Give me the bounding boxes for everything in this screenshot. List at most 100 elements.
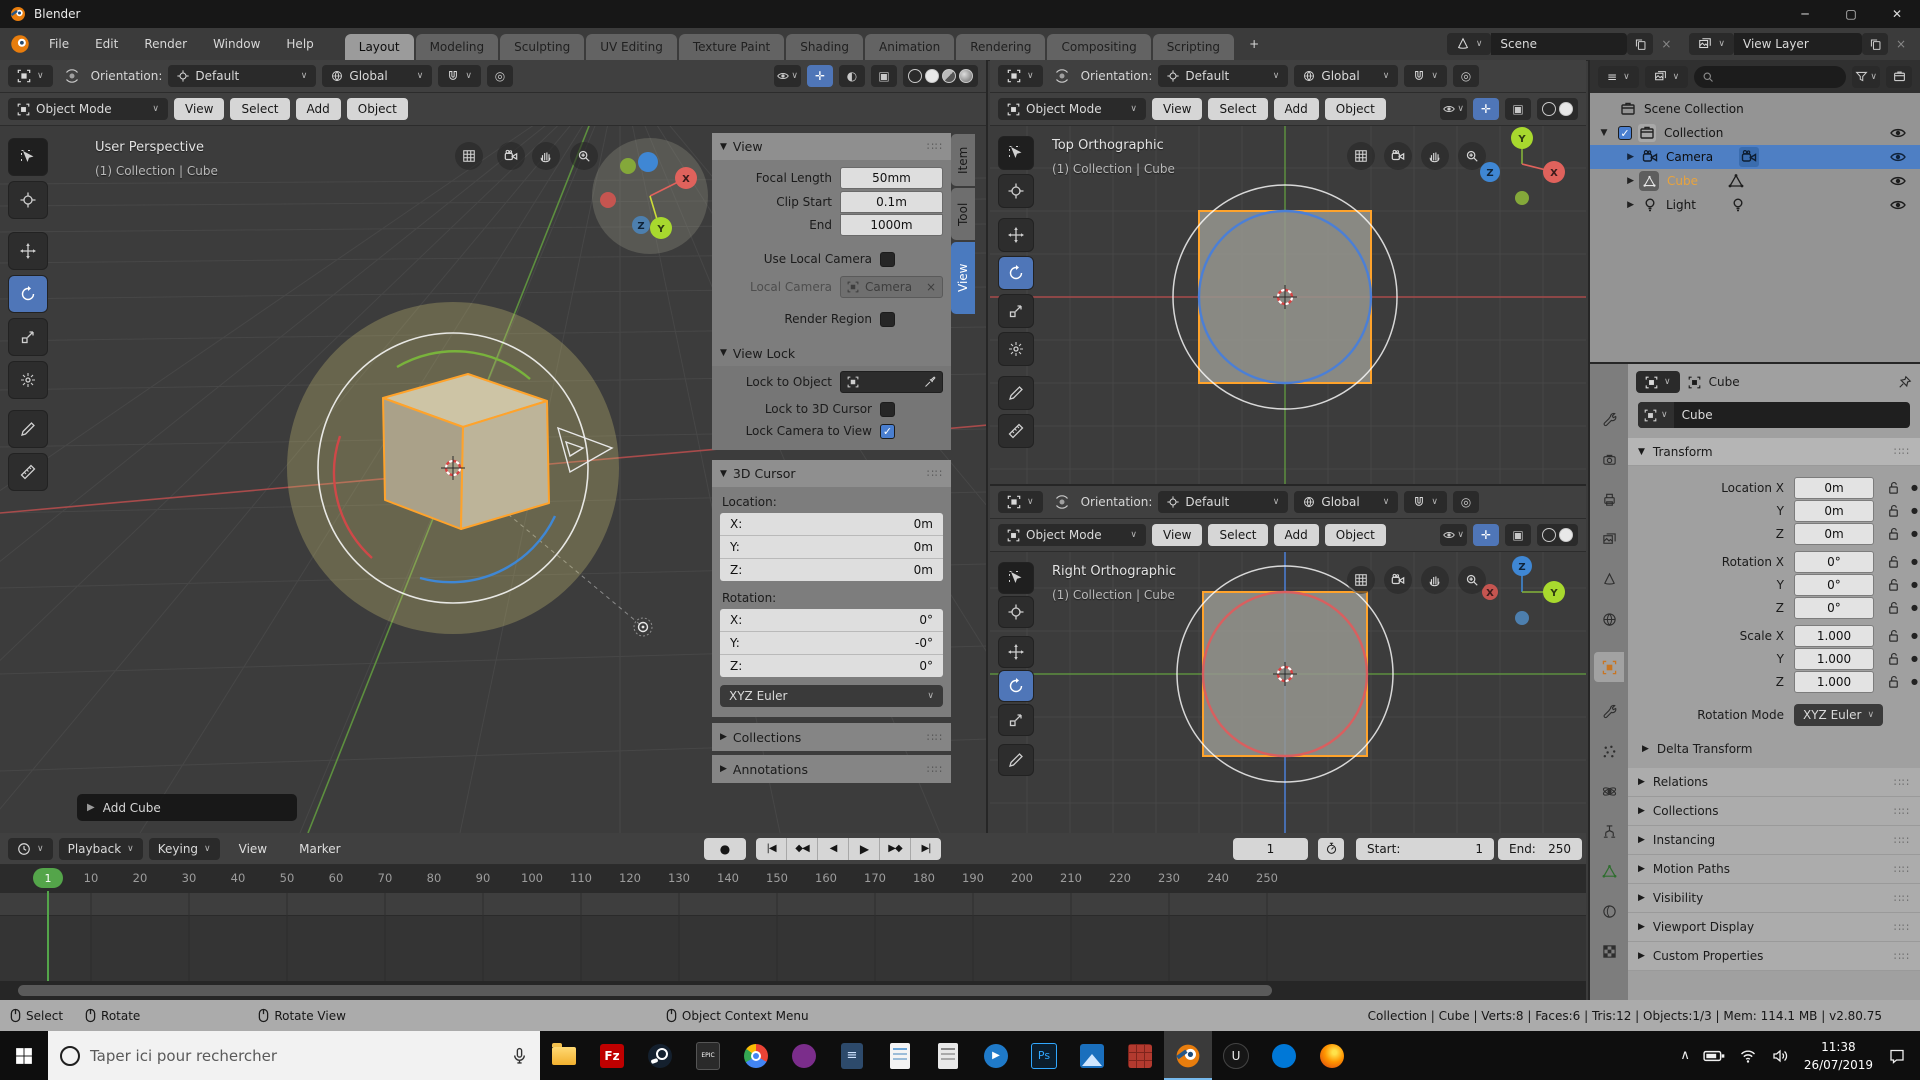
viewport-right-canvas[interactable]: Z Y X Right Orthographic (1) Collection … (990, 552, 1586, 833)
taskbar-steam[interactable] (636, 1031, 684, 1080)
menu-file[interactable]: File (36, 37, 82, 51)
add-workspace-button[interactable]: + (1236, 37, 1272, 51)
cursor-loc-x[interactable]: X:0m (720, 513, 943, 536)
menu-view-3d[interactable]: View (174, 98, 224, 120)
scrollbar-thumb[interactable] (18, 985, 1272, 996)
timeline-scrollbar[interactable] (0, 981, 1586, 1000)
lock-icon[interactable] (1886, 503, 1901, 518)
end-frame-field[interactable]: End:250 (1498, 838, 1582, 860)
tool-rotate[interactable] (8, 275, 48, 313)
scene-browse-button[interactable]: ∨ (1447, 33, 1492, 55)
playback-menu[interactable]: Playback∨ (59, 838, 143, 860)
focal-length-field[interactable]: 50mm (840, 167, 943, 189)
value-field[interactable]: 0° (1794, 597, 1874, 619)
tab-material[interactable] (1594, 896, 1624, 926)
tab-compositing[interactable]: Compositing (1047, 34, 1150, 60)
view-lock-header[interactable]: ▼View Lock (712, 340, 951, 366)
viewport-pan-icon[interactable] (532, 142, 560, 170)
viewport-camera-icon[interactable] (1384, 142, 1412, 170)
cursor-rotation-mode-dropdown[interactable]: XYZ Euler∨ (720, 685, 943, 707)
proportional-editing-icon[interactable]: ◎ (487, 65, 513, 87)
eye-icon[interactable] (1890, 125, 1906, 141)
taskbar-blender-active[interactable] (1164, 1031, 1212, 1080)
taskbar-file-explorer[interactable] (540, 1031, 588, 1080)
taskbar-photoshop[interactable]: Ps (1020, 1031, 1068, 1080)
value-field[interactable]: 1.000 (1794, 625, 1874, 647)
menu-object-3d[interactable]: Object (1325, 524, 1386, 546)
tool-select-box[interactable] (998, 136, 1034, 170)
expand-icon[interactable]: ▶ (1590, 200, 1634, 210)
taskbar-unity[interactable]: U (1212, 1031, 1260, 1080)
tool-select-box[interactable] (8, 138, 48, 176)
playhead[interactable] (47, 891, 49, 981)
section-visibility[interactable]: ▶Visibility∷∷ (1628, 884, 1920, 913)
menu-add-3d[interactable]: Add (1274, 524, 1319, 546)
microphone-icon[interactable] (511, 1047, 528, 1064)
keyframe-dot-icon[interactable]: ● (1911, 603, 1918, 612)
volume-icon[interactable] (1771, 1048, 1789, 1064)
timeline-editor-type-button[interactable]: ∨ (8, 838, 53, 860)
value-field[interactable]: 0m (1794, 523, 1874, 545)
timeline-marker-menu[interactable]: Marker (286, 842, 353, 856)
taskbar-firefox[interactable] (1308, 1031, 1356, 1080)
scene-copy-icon[interactable] (1627, 33, 1653, 55)
timeline-view-menu[interactable]: View (226, 842, 280, 856)
lock-icon[interactable] (1886, 577, 1901, 592)
view-object-types-dropdown[interactable]: ∨ (1440, 524, 1467, 546)
shading-wireframe-icon[interactable] (1542, 528, 1556, 542)
tab-animation[interactable]: Animation (865, 34, 954, 60)
taskbar-calculator[interactable]: ≡ (828, 1031, 876, 1080)
menu-add-3d[interactable]: Add (296, 98, 341, 120)
transform-space-dropdown[interactable]: Global∨ (1294, 65, 1398, 87)
shading-solid-icon[interactable] (925, 69, 939, 83)
menu-view-3d[interactable]: View (1152, 524, 1202, 546)
cursor-rot-x[interactable]: X:0° (720, 609, 943, 632)
viewport-pan-icon[interactable] (1421, 566, 1449, 594)
shading-wireframe-icon[interactable] (908, 69, 922, 83)
render-region-checkbox[interactable] (880, 312, 895, 327)
tool-scale[interactable] (998, 704, 1034, 736)
menu-add-3d[interactable]: Add (1274, 98, 1319, 120)
view-layer-copy-icon[interactable] (1862, 33, 1888, 55)
mode-dropdown[interactable]: Object Mode∨ (998, 98, 1146, 120)
keyframe-dot-icon[interactable]: ● (1911, 483, 1918, 492)
outliner-search-input[interactable] (1694, 66, 1846, 88)
sidebar-tab-view[interactable]: View (951, 242, 975, 314)
tab-layout[interactable]: Layout (345, 34, 414, 60)
lock-icon[interactable] (1886, 651, 1901, 666)
new-collection-icon[interactable] (1886, 66, 1912, 88)
editor-type-button[interactable]: ∨ (8, 65, 53, 87)
shading-solid-icon[interactable] (1559, 528, 1573, 542)
outliner-row-collection[interactable]: ▼ ✓ Collection (1590, 121, 1920, 145)
keyframe-dot-icon[interactable]: ● (1911, 529, 1918, 538)
action-center-icon[interactable] (1888, 1048, 1906, 1064)
lock-icon[interactable] (1886, 674, 1901, 689)
taskbar-epic-games[interactable]: EPIC (684, 1031, 732, 1080)
snapping-dropdown[interactable]: ∨ (1404, 65, 1447, 87)
tab-texture[interactable] (1594, 936, 1624, 966)
tool-annotate[interactable] (998, 744, 1034, 776)
pivot-dropdown[interactable]: Default∨ (1158, 491, 1288, 513)
keyframe-dot-icon[interactable]: ● (1911, 506, 1918, 515)
record-button[interactable]: ● (704, 838, 746, 860)
tab-sculpting[interactable]: Sculpting (500, 34, 584, 60)
lock-icon[interactable] (1886, 554, 1901, 569)
local-camera-field[interactable]: Camera × (840, 276, 943, 298)
outliner-filter-type-dropdown[interactable]: ∨ (1645, 66, 1689, 88)
show-gizmo-icon[interactable]: ✛ (1473, 98, 1499, 120)
editor-type-button[interactable]: ∨ (998, 65, 1043, 87)
pivot-dropdown[interactable]: Default∨ (168, 65, 316, 87)
menu-help[interactable]: Help (273, 37, 326, 51)
clip-end-field[interactable]: 1000m (840, 214, 943, 236)
menu-render[interactable]: Render (131, 37, 200, 51)
eye-icon[interactable] (1890, 149, 1906, 165)
menu-edit[interactable]: Edit (82, 37, 131, 51)
view-object-types-dropdown[interactable]: ∨ (774, 65, 801, 87)
menu-object-3d[interactable]: Object (1325, 98, 1386, 120)
clock[interactable]: 11:38 26/07/2019 (1804, 1038, 1873, 1074)
light-data-icon[interactable] (1730, 197, 1746, 213)
shading-solid-icon[interactable] (1559, 102, 1573, 116)
menu-object-3d[interactable]: Object (347, 98, 408, 120)
outliner-display-mode-dropdown[interactable]: ≡∨ (1598, 66, 1639, 88)
close-button[interactable]: ✕ (1874, 0, 1920, 28)
